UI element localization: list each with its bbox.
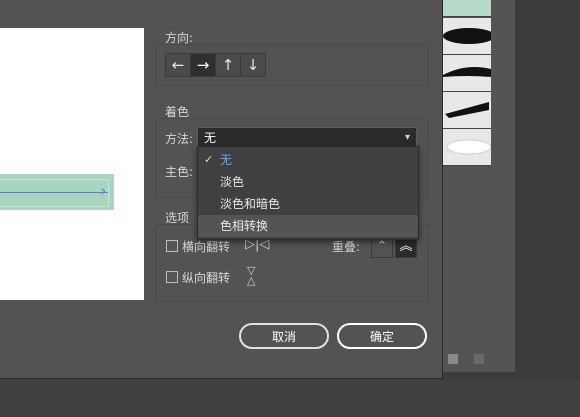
brush-swatch[interactable] — [441, 92, 491, 129]
background-bottom — [0, 380, 580, 417]
method-option-label: 色相转换 — [220, 219, 269, 233]
flip-vertical-checkbox[interactable] — [166, 271, 178, 283]
overlap-double-chevron-icon: ︽ — [399, 239, 413, 254]
method-dropdown-menu: ✓ 无 淡色 淡色和暗色 色相转换 — [197, 146, 419, 240]
arrow-left-icon: ← — [171, 56, 185, 74]
method-option-tints[interactable]: 淡色 — [198, 171, 418, 193]
flip-horizontal-label[interactable]: 横向翻转 — [182, 238, 230, 255]
brush-swatch[interactable] — [441, 0, 491, 17]
flip-vertical-icon: ▽ △ — [247, 264, 256, 287]
checkmark-icon: ✓ — [204, 153, 214, 166]
arrow-up-icon: ↑ — [221, 56, 235, 74]
brush-swatch[interactable] — [441, 55, 491, 92]
brush-panel-toolbar — [440, 352, 512, 370]
flip-horizontal-icon: ▷|◁ — [245, 237, 270, 252]
brush-options-dialog: › 方向: ← → ↑ ↓ 着色 方法: 无 ▾ 主色: 选项 横向翻转 ▷|◁… — [0, 0, 443, 379]
method-option-label: 淡色和暗色 — [220, 197, 281, 211]
method-select-value: 无 — [204, 131, 217, 145]
main-color-label: 主色: — [165, 165, 194, 179]
cancel-button[interactable]: 取消 — [239, 323, 329, 349]
flip-vertical-label[interactable]: 纵向翻转 — [182, 269, 230, 286]
direction-up-button[interactable]: ↑ — [215, 53, 241, 77]
overlap-label: 重叠: — [332, 240, 361, 254]
brush-swatch[interactable] — [441, 18, 495, 55]
method-option-tints-and-shades[interactable]: 淡色和暗色 — [198, 193, 418, 215]
arrow-down-icon: ↓ — [246, 56, 260, 74]
flip-horizontal-checkbox[interactable] — [166, 240, 178, 252]
trash-icon[interactable] — [474, 354, 484, 364]
method-option-none[interactable]: ✓ 无 — [198, 149, 418, 171]
method-option-label: 淡色 — [220, 175, 245, 189]
direction-down-button[interactable]: ↓ — [240, 53, 266, 77]
new-brush-icon[interactable] — [448, 354, 458, 364]
brush-stroke-icon — [443, 28, 495, 44]
method-label: 方法: — [165, 132, 194, 146]
brush-stroke-icon — [446, 139, 492, 155]
direction-left-button[interactable]: ← — [165, 53, 191, 77]
preview-area: › — [0, 28, 144, 300]
overlap-chevron-icon: ⌃ — [376, 239, 388, 254]
chevron-down-icon: ▾ — [404, 132, 410, 143]
brush-stroke-icon — [443, 67, 491, 77]
direction-right-button[interactable]: → — [190, 53, 216, 77]
preview-arrow-icon: › — [100, 181, 107, 200]
ok-button[interactable]: 确定 — [337, 323, 427, 349]
preview-stroke-inner — [0, 179, 109, 207]
brush-swatch[interactable] — [441, 129, 492, 166]
arrow-right-icon: → — [196, 56, 210, 74]
preview-path-line — [0, 192, 108, 193]
preview-brush-stroke: › — [0, 174, 114, 210]
method-option-label: 无 — [220, 153, 233, 167]
method-select[interactable]: 无 ▾ — [197, 127, 417, 147]
method-option-hue-shift[interactable]: 色相转换 — [198, 215, 418, 237]
brush-stroke-icon — [445, 102, 489, 118]
brush-library-panel — [440, 0, 515, 372]
screen: › 方向: ← → ↑ ↓ 着色 方法: 无 ▾ 主色: 选项 横向翻转 ▷|◁… — [0, 0, 580, 417]
